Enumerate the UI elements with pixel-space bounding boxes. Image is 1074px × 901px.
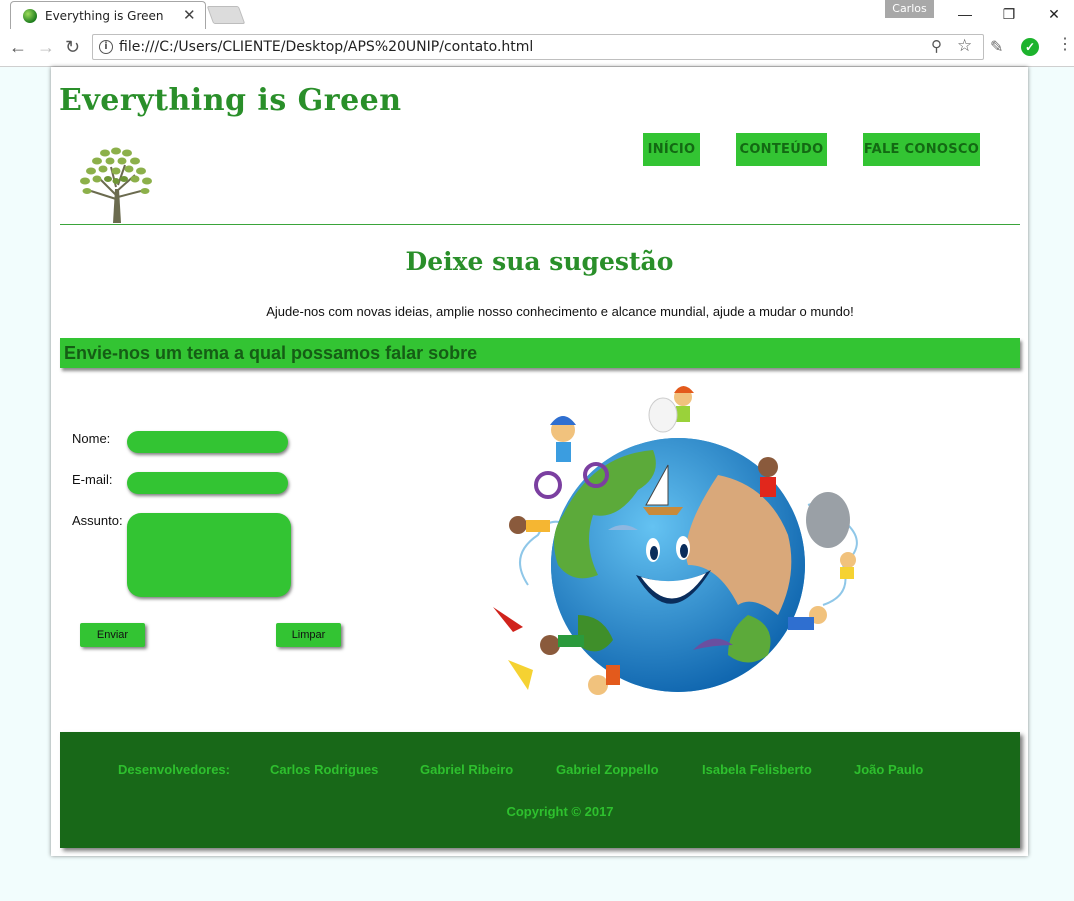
minimize-icon[interactable]: — <box>942 0 988 28</box>
developer-name: Isabela Felisberto <box>702 762 812 777</box>
copyright: Copyright © 2017 <box>506 804 614 819</box>
developer-name: Gabriel Zoppello <box>556 762 659 777</box>
close-icon[interactable]: ✕ <box>183 6 196 24</box>
browser-tab[interactable]: Everything is Green ✕ <box>10 1 206 29</box>
zoom-icon[interactable]: ⚲ <box>931 37 942 55</box>
restore-icon[interactable]: ❐ <box>986 0 1032 28</box>
window-close-icon[interactable]: ✕ <box>1031 0 1074 28</box>
section-banner: Envie-nos um tema a qual possamos falar … <box>60 338 1020 368</box>
menu-icon[interactable]: ⋮ <box>1057 36 1073 54</box>
eyedropper-icon[interactable]: ✎ <box>990 37 1003 57</box>
site-title: Everything is Green <box>59 83 402 118</box>
developer-name: Carlos Rodrigues <box>270 762 379 777</box>
page-container: Everything is Green INÍCIO CONTEÚDO FALE… <box>51 67 1028 856</box>
reload-icon[interactable]: ↻ <box>65 37 80 57</box>
nav-inicio[interactable]: INÍCIO <box>643 133 700 166</box>
developer-name: Gabriel Ribeiro <box>420 762 514 777</box>
footer: Desenvolvedores: Carlos Rodrigues Gabrie… <box>60 732 1020 848</box>
nav-conteudo[interactable]: CONTEÚDO <box>736 133 827 166</box>
new-tab-button[interactable] <box>206 6 246 24</box>
forward-icon[interactable]: → <box>37 37 55 57</box>
header-divider <box>60 224 1020 225</box>
subject-label: Assunto: <box>72 513 123 528</box>
nav-fale-conosco[interactable]: FALE CONOSCO <box>863 133 980 166</box>
email-field[interactable] <box>127 472 288 494</box>
address-bar[interactable]: i ⚲ ☆ <box>92 34 984 60</box>
name-field[interactable] <box>127 431 288 453</box>
browser-toolbar: ← → ↻ i ⚲ ☆ ✎ ✓ ⋮ <box>0 29 1074 67</box>
developer-name: João Paulo <box>854 762 924 777</box>
star-icon[interactable]: ☆ <box>957 36 972 56</box>
email-label: E-mail: <box>72 472 113 487</box>
profile-badge[interactable]: Carlos <box>885 0 934 18</box>
page-title: Deixe sua sugestão <box>405 247 674 276</box>
section-heading: Envie-nos um tema a qual possamos falar … <box>64 343 478 363</box>
name-label: Nome: <box>72 431 111 446</box>
url-input[interactable] <box>119 39 899 55</box>
developers-label: Desenvolvedores: <box>118 762 230 777</box>
check-icon[interactable]: ✓ <box>1021 38 1039 56</box>
reset-button[interactable]: Limpar <box>276 623 341 647</box>
globe-illustration <box>493 386 858 695</box>
tree-logo <box>80 147 152 223</box>
favicon-icon <box>23 9 37 23</box>
back-icon[interactable]: ← <box>9 37 27 57</box>
intro-text: Ajude-nos com novas ideias, amplie nosso… <box>266 304 854 319</box>
info-icon[interactable]: i <box>99 40 113 54</box>
tab-title: Everything is Green <box>45 9 164 23</box>
subject-field[interactable] <box>127 513 291 597</box>
tab-strip: Everything is Green ✕ Carlos — ❐ ✕ <box>0 0 1074 29</box>
submit-button[interactable]: Enviar <box>80 623 145 647</box>
